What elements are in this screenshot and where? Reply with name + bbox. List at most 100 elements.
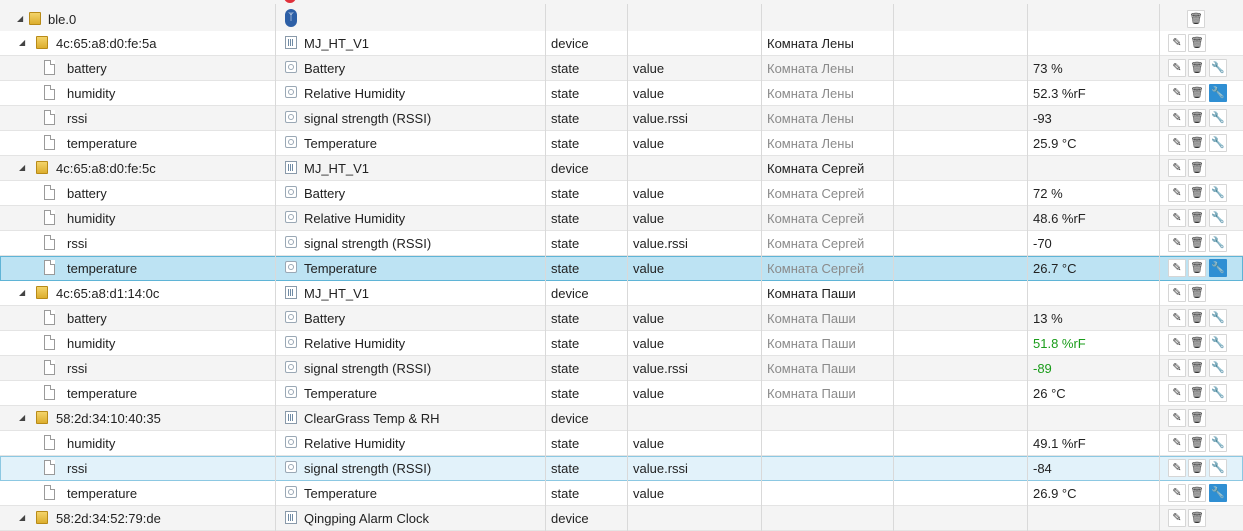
edit-button[interactable]: ✎ bbox=[1168, 259, 1186, 277]
delete-button[interactable]: 🗑 bbox=[1188, 284, 1206, 302]
delete-button[interactable]: 🗑 bbox=[1188, 234, 1206, 252]
edit-button[interactable]: ✎ bbox=[1168, 209, 1186, 227]
type-cell: state bbox=[546, 181, 628, 206]
delete-button[interactable]: 🗑 bbox=[1188, 434, 1206, 452]
delete-button[interactable]: 🗑 bbox=[1188, 509, 1206, 527]
tree-row-device[interactable]: ◢ 4c:65:a8:d0:fe:5c MJ_HT_V1 device Комната … bbox=[0, 156, 1243, 181]
delete-button[interactable]: 🗑 bbox=[1188, 84, 1206, 102]
triangle-icon[interactable]: ◢ bbox=[19, 414, 25, 422]
delete-button[interactable]: 🗑 bbox=[1188, 384, 1206, 402]
triangle-icon[interactable]: ◢ bbox=[19, 164, 25, 172]
delete-button[interactable]: 🗑 bbox=[1188, 159, 1206, 177]
edit-button[interactable]: ✎ bbox=[1168, 184, 1186, 202]
settings-button[interactable]: 🔧 bbox=[1209, 334, 1227, 352]
room-text: Комната Сергей bbox=[767, 186, 865, 201]
settings-button[interactable]: 🔧 bbox=[1209, 359, 1227, 377]
triangle-icon[interactable]: ◢ bbox=[19, 514, 25, 522]
tree-row-state[interactable]: temperature Temperature state value Комната … bbox=[0, 256, 1243, 281]
delete-button[interactable]: 🗑 bbox=[1188, 459, 1206, 477]
edit-button[interactable]: ✎ bbox=[1168, 284, 1186, 302]
function-cell bbox=[894, 231, 1028, 256]
triangle-icon[interactable]: ◢ bbox=[19, 289, 25, 297]
tree-row-device[interactable]: ◢ 4c:65:a8:d0:fe:5a MJ_HT_V1 device Комната … bbox=[0, 31, 1243, 56]
delete-button[interactable]: 🗑 bbox=[1188, 359, 1206, 377]
edit-button[interactable]: ✎ bbox=[1168, 509, 1186, 527]
settings-button[interactable]: 🔧 bbox=[1209, 109, 1227, 127]
settings-button[interactable]: 🔧 bbox=[1209, 459, 1227, 477]
tree-row-state[interactable]: rssi signal strength (RSSI) state value.rss… bbox=[0, 356, 1243, 381]
settings-button[interactable]: 🔧 bbox=[1209, 434, 1227, 452]
delete-button[interactable]: 🗑 bbox=[1188, 59, 1206, 77]
tree-row-state[interactable]: battery Battery state value Комната Лены 73 %… bbox=[0, 56, 1243, 81]
edit-button[interactable]: ✎ bbox=[1168, 134, 1186, 152]
triangle-icon[interactable]: ◢ bbox=[19, 39, 25, 47]
edit-button[interactable]: ✎ bbox=[1168, 109, 1186, 127]
tree-row-state[interactable]: humidity Relative Humidity state value Комна… bbox=[0, 81, 1243, 106]
tree-row-device[interactable]: ◢ 4c:65:a8:d1:14:0c MJ_HT_V1 device Комната … bbox=[0, 281, 1243, 306]
edit-button[interactable]: ✎ bbox=[1168, 409, 1186, 427]
object-name: signal strength (RSSI) bbox=[304, 461, 432, 476]
value-cell bbox=[1028, 31, 1160, 56]
value-cell: 49.1 %rF bbox=[1028, 431, 1160, 456]
triangle-icon[interactable]: ◢ bbox=[17, 15, 23, 23]
delete-button[interactable]: 🗑 bbox=[1188, 109, 1206, 127]
tree-row-state[interactable]: battery Battery state value Комната Сергей 72… bbox=[0, 181, 1243, 206]
edit-button[interactable]: ✎ bbox=[1168, 309, 1186, 327]
settings-button[interactable]: 🔧 bbox=[1209, 59, 1227, 77]
edit-button[interactable]: ✎ bbox=[1168, 234, 1186, 252]
edit-button[interactable]: ✎ bbox=[1168, 484, 1186, 502]
tree-row-state[interactable]: humidity Relative Humidity state value Комна… bbox=[0, 331, 1243, 356]
tree-row-state[interactable]: temperature Temperature state value Комната … bbox=[0, 131, 1243, 156]
room-cell: Комната Паши bbox=[762, 281, 894, 306]
delete-button[interactable]: 🗑 bbox=[1188, 484, 1206, 502]
delete-button[interactable]: 🗑 bbox=[1188, 134, 1206, 152]
delete-button[interactable]: 🗑 bbox=[1188, 184, 1206, 202]
object-tree-table: ◢ ble.0 ᛉ 🗑 ◢ 4c:65:a8:d0:fe:5a MJ_HT_V1 de… bbox=[0, 0, 1243, 531]
tree-row-state[interactable]: rssi signal strength (RSSI) state value.rss… bbox=[0, 456, 1243, 481]
delete-button[interactable]: 🗑 bbox=[1188, 209, 1206, 227]
tree-row-state[interactable]: temperature Temperature state value 26.9 °C ✎… bbox=[0, 481, 1243, 506]
edit-button[interactable]: ✎ bbox=[1168, 159, 1186, 177]
settings-button[interactable]: 🔧 bbox=[1209, 84, 1227, 102]
settings-button[interactable]: 🔧 bbox=[1209, 309, 1227, 327]
name-cell: Relative Humidity bbox=[276, 81, 546, 106]
delete-button[interactable]: 🗑 bbox=[1187, 10, 1205, 28]
edit-button[interactable]: ✎ bbox=[1168, 334, 1186, 352]
edit-button[interactable]: ✎ bbox=[1168, 34, 1186, 52]
edit-button[interactable]: ✎ bbox=[1168, 59, 1186, 77]
delete-button[interactable]: 🗑 bbox=[1188, 309, 1206, 327]
edit-button[interactable]: ✎ bbox=[1168, 434, 1186, 452]
delete-button[interactable]: 🗑 bbox=[1188, 259, 1206, 277]
edit-button[interactable]: ✎ bbox=[1168, 384, 1186, 402]
state-id: humidity bbox=[67, 86, 116, 101]
tree-row-state[interactable]: humidity Relative Humidity state value Комна… bbox=[0, 206, 1243, 231]
type-cell: state bbox=[546, 56, 628, 81]
edit-button[interactable]: ✎ bbox=[1168, 459, 1186, 477]
delete-button[interactable]: 🗑 bbox=[1188, 34, 1206, 52]
tree-row-state[interactable]: battery Battery state value Комната Паши 13 %… bbox=[0, 306, 1243, 331]
id-cell: ◢ ble.0 bbox=[0, 4, 276, 34]
file-icon bbox=[44, 235, 55, 250]
settings-button[interactable]: 🔧 bbox=[1209, 484, 1227, 502]
tree-row-state[interactable]: rssi signal strength (RSSI) state value.rss… bbox=[0, 106, 1243, 131]
settings-button[interactable]: 🔧 bbox=[1209, 384, 1227, 402]
edit-button[interactable]: ✎ bbox=[1168, 84, 1186, 102]
settings-button[interactable]: 🔧 bbox=[1209, 259, 1227, 277]
role-text: value bbox=[633, 186, 665, 201]
tree-row-adapter[interactable]: ◢ ble.0 ᛉ 🗑 bbox=[0, 4, 1243, 34]
settings-button[interactable]: 🔧 bbox=[1209, 134, 1227, 152]
delete-button[interactable]: 🗑 bbox=[1188, 409, 1206, 427]
state-icon bbox=[285, 111, 297, 123]
value-cell: 52.3 %rF bbox=[1028, 81, 1160, 106]
edit-button[interactable]: ✎ bbox=[1168, 359, 1186, 377]
tree-row-state[interactable]: rssi signal strength (RSSI) state value.rss… bbox=[0, 231, 1243, 256]
tree-row-state[interactable]: temperature Temperature state value Комната … bbox=[0, 381, 1243, 406]
settings-button[interactable]: 🔧 bbox=[1209, 209, 1227, 227]
delete-button[interactable]: 🗑 bbox=[1188, 334, 1206, 352]
device-id: 4c:65:a8:d0:fe:5a bbox=[56, 36, 157, 51]
value-cell: 26.7 °C bbox=[1028, 256, 1160, 281]
tree-row-device[interactable]: ◢ 58:2d:34:10:40:35 ClearGrass Temp & RH de… bbox=[0, 406, 1243, 431]
settings-button[interactable]: 🔧 bbox=[1209, 234, 1227, 252]
settings-button[interactable]: 🔧 bbox=[1209, 184, 1227, 202]
tree-row-state[interactable]: humidity Relative Humidity state value 49.1 … bbox=[0, 431, 1243, 456]
